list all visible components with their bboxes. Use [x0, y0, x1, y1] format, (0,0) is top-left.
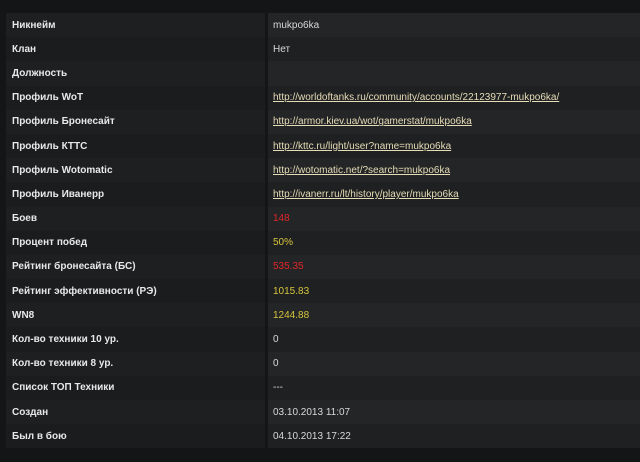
wn8-label: WN8 — [6, 303, 265, 328]
wn8-value: 1244.88 — [273, 309, 310, 321]
wotomatic-profile-link[interactable]: http://wotomatic.net/?search=mukpo6ka — [273, 165, 450, 176]
created-label: Создан — [6, 400, 265, 425]
tier10-count-value-cell: 0 — [268, 327, 640, 352]
armor-profile-value-cell: http://armor.kiev.ua/wot/gamerstat/mukpo… — [268, 109, 640, 134]
wot-profile-label: Профиль WoT — [6, 85, 265, 110]
table-row-armor-profile: Профиль Бронесайт http://armor.kiev.ua/wo… — [6, 109, 640, 134]
table-row-wot-profile: Профиль WoT http://worldoftanks.ru/commun… — [6, 85, 640, 110]
armor-rating-value: 535.35 — [273, 261, 304, 273]
efficiency-rating-value-cell: 1015.83 — [268, 279, 640, 304]
win-rate-value-cell: 50% — [268, 230, 640, 255]
table-row-tier8-count: Кол-во техники 8 ур. 0 — [6, 351, 640, 376]
clan-label: Клан — [6, 37, 265, 62]
tier10-count-label: Кол-во техники 10 ур. — [6, 327, 265, 352]
table-row-efficiency-rating: Рейтинг эффективности (РЭ) 1015.83 — [6, 279, 640, 304]
position-label: Должность — [6, 61, 265, 86]
tier8-count-label: Кол-во техники 8 ур. — [6, 351, 265, 376]
battles-label: Боев — [6, 206, 265, 231]
armor-rating-value-cell: 535.35 — [268, 254, 640, 280]
table-row-kttc-profile: Профиль КТТС http://kttc.ru/light/user?na… — [6, 133, 640, 159]
win-rate-value: 50% — [273, 237, 294, 249]
top-vehicles-value: --- — [273, 382, 283, 394]
tier8-count-value: 0 — [273, 358, 279, 370]
table-row-top-vehicles: Список ТОП Техники --- — [6, 375, 640, 400]
wot-profile-value-cell: http://worldoftanks.ru/community/account… — [268, 85, 640, 110]
armor-rating-label: Рейтинг бронесайта (БС) — [6, 254, 265, 280]
battles-value-cell: 148 — [268, 206, 640, 231]
armor-profile-link[interactable]: http://armor.kiev.ua/wot/gamerstat/mukpo… — [273, 116, 472, 127]
efficiency-rating-value: 1015.83 — [273, 285, 310, 297]
table-row-clan: Клан Нет — [6, 37, 640, 62]
efficiency-rating-label: Рейтинг эффективности (РЭ) — [6, 279, 265, 304]
wot-profile-link[interactable]: http://worldoftanks.ru/community/account… — [273, 92, 559, 103]
win-rate-label: Процент побед — [6, 230, 265, 255]
wotomatic-profile-label: Профиль Wotomatic — [6, 158, 265, 183]
clan-value-cell: Нет — [268, 37, 640, 62]
table-row-wn8: WN8 1244.88 — [6, 303, 640, 328]
table-row-win-rate: Процент побед 50% — [6, 230, 640, 255]
ivanerr-profile-value-cell: http://ivanerr.ru/lt/history/player/mukp… — [268, 182, 640, 207]
last-battle-label: Был в бою — [6, 424, 265, 449]
kttc-profile-link[interactable]: http://kttc.ru/light/user?name=mukpo6ka — [273, 141, 451, 152]
wotomatic-profile-value-cell: http://wotomatic.net/?search=mukpo6ka — [268, 158, 640, 183]
table-row-ivanerr-profile: Профиль Иванерр http://ivanerr.ru/lt/hist… — [6, 182, 640, 207]
ivanerr-profile-label: Профиль Иванерр — [6, 182, 265, 207]
wn8-value-cell: 1244.88 — [268, 303, 640, 328]
armor-profile-label: Профиль Бронесайт — [6, 109, 265, 134]
clan-value: Нет — [273, 43, 291, 55]
tier8-count-value-cell: 0 — [268, 351, 640, 376]
position-value-cell — [268, 61, 640, 86]
tier10-count-value: 0 — [273, 334, 279, 346]
top-vehicles-value-cell: --- — [268, 375, 640, 400]
table-row-position: Должность — [6, 61, 640, 86]
created-value: 03.10.2013 11:07 — [273, 406, 351, 418]
kttc-profile-value-cell: http://kttc.ru/light/user?name=mukpo6ka — [268, 133, 640, 159]
battles-value: 148 — [273, 213, 290, 225]
table-row-tier10-count: Кол-во техники 10 ур. 0 — [6, 327, 640, 352]
nickname-value-cell: mukpo6ka — [268, 13, 640, 38]
nickname-label: Никнейм — [6, 13, 265, 38]
table-row-created: Создан 03.10.2013 11:07 — [6, 400, 640, 425]
created-value-cell: 03.10.2013 11:07 — [268, 400, 640, 425]
kttc-profile-label: Профиль КТТС — [6, 133, 265, 159]
ivanerr-profile-link[interactable]: http://ivanerr.ru/lt/history/player/mukp… — [273, 189, 459, 200]
table-row-nickname: Никнейм mukpo6ka — [6, 13, 640, 38]
table-row-armor-rating: Рейтинг бронесайта (БС) 535.35 — [6, 254, 640, 280]
table-row-last-battle: Был в бою 04.10.2013 17:22 — [6, 424, 640, 449]
top-vehicles-label: Список ТОП Техники — [6, 375, 265, 400]
nickname-value: mukpo6ka — [273, 19, 320, 31]
last-battle-value-cell: 04.10.2013 17:22 — [268, 424, 640, 449]
player-profile-table: Никнейм mukpo6ka Клан Нет Должность Профиль W… — [6, 13, 640, 449]
last-battle-value: 04.10.2013 17:22 — [273, 430, 351, 442]
table-row-battles: Боев 148 — [6, 206, 640, 231]
table-row-wotomatic-profile: Профиль Wotomatic http://wotomatic.net/?s… — [6, 158, 640, 183]
